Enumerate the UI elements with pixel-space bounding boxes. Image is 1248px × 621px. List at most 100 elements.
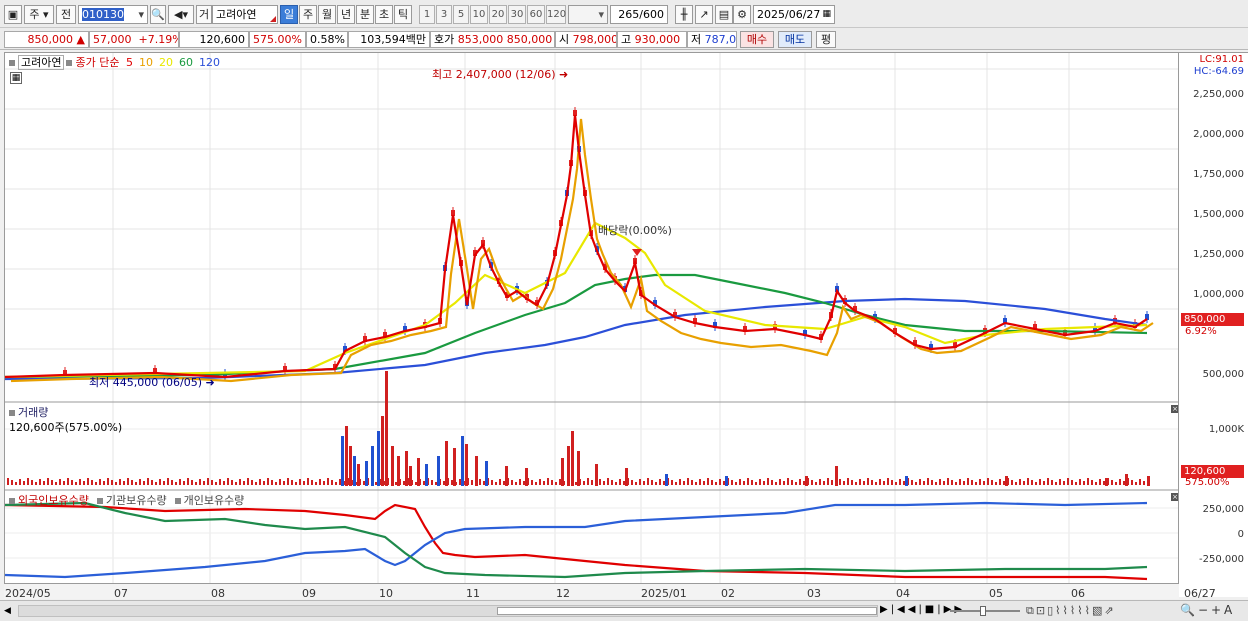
buy-button[interactable]: 매수 [740,31,774,48]
scroll-left-icon[interactable]: ◀ [4,604,16,618]
volume-bar [695,482,697,485]
chart-menu-icon[interactable]: ▣ [4,5,22,24]
volume-bar [1051,480,1053,485]
x-axis: 2024/05 07 08 09 10 11 12 2025/01 02 03 04 05 06 06/2… [4,583,1216,600]
volume-bar [675,482,677,485]
current-price: 850,000 ▲ [4,31,89,48]
volume-bar [435,482,437,485]
period-button[interactable]: 월 [318,5,336,24]
stock-name-tag[interactable]: 고려아연 [18,55,65,70]
volume-panel-close-icon[interactable]: × [1171,405,1178,413]
count-field[interactable]: 265/600 [610,5,668,24]
volume-bar [755,482,757,485]
volume-bar [1027,478,1029,485]
volume-bar [607,478,609,485]
ask-bid: 호가 853,000 850,000 [430,31,555,48]
volume-bar [971,480,973,485]
volume-bar [471,480,473,485]
volume-bar [847,478,849,485]
volume-bar [775,482,777,485]
scroll-thumb[interactable] [497,607,877,615]
volume-bar [443,481,445,485]
x-axis-label: 11 [466,587,480,600]
volume-bar [725,476,728,486]
interval-button[interactable]: 1 [419,5,435,24]
zoom-controls-icon[interactable]: 🔍−+A [1180,603,1235,617]
period-button[interactable]: 주 [299,5,317,24]
volume-bar [871,480,873,485]
zoom-slider-handle[interactable] [980,606,986,616]
legend-square-icon [9,409,15,416]
volume-bar [979,479,981,485]
interval-dropdown[interactable]: ▾ [568,5,608,24]
volume-title: 거래량 [18,406,49,419]
table-icon[interactable]: ▦ [10,72,22,84]
avg-button[interactable]: 평 [816,31,836,48]
volume-bar [1079,479,1081,485]
interval-button[interactable]: 20 [489,5,507,24]
volume-bar [409,466,412,486]
interval-button[interactable]: 30 [508,5,526,24]
date-field[interactable]: 2025/06/27 ▦ [753,5,835,24]
volume-bar [815,482,817,485]
volume-bar [227,478,229,485]
volume-bar [819,479,821,485]
volume-bar [315,482,317,485]
volume-bar [23,481,25,485]
volume-bar [947,478,949,485]
speaker-icon[interactable]: ◀▾ [168,5,194,24]
interval-button[interactable]: 3 [436,5,452,24]
type-select[interactable]: 주 ▾ [24,5,54,24]
volume-bar [123,481,125,485]
stock-name-field[interactable]: 고려아연 [212,5,278,24]
scroll-track[interactable] [18,605,878,617]
volume-bar [1023,481,1025,485]
volume-bar [339,479,341,485]
volume-bar [555,482,557,485]
volume-bar [19,479,21,485]
sell-button[interactable]: 매도 [778,31,812,48]
period-button[interactable]: 초 [375,5,393,24]
interval-button[interactable]: 60 [527,5,545,24]
code-dropdown-icon[interactable]: ▾ [138,6,144,23]
zoom-slider[interactable] [950,606,1020,616]
volume-bar [611,480,613,485]
period-button[interactable]: 틱 [394,5,412,24]
volume-bar [163,481,165,485]
calendar-icon[interactable]: ▦ [822,6,831,23]
code-input[interactable]: 010130 ▾ [78,5,148,24]
period-button[interactable]: 분 [356,5,374,24]
volume-bar [983,481,985,485]
interval-button[interactable]: 120 [546,5,566,24]
gear-icon[interactable]: ⚙ [733,5,751,24]
draw-tool-icon[interactable]: ↗ [695,5,713,24]
chart-area[interactable]: 고려아연 종가 단순 5 10 20 60 120 ▦ 최고 2,407,000 (12/… [4,52,1179,597]
price-ytick: 1,000,000 [1193,289,1244,300]
drawing-tools-icon[interactable]: ⧉⊡▯⌇⌇⌇⌇⌇▧⇗ [1026,604,1116,618]
volume-bar [465,444,468,486]
volume-bar [851,480,853,485]
candle-type-icon[interactable]: ╫ [675,5,693,24]
dividend-label: 배당락(0.00%) [598,224,672,237]
search-icon[interactable]: 🔍 [150,5,166,24]
x-axis-label: 09 [302,587,316,600]
volume-bar [891,480,893,485]
interval-button[interactable]: 10 [470,5,488,24]
volume-bar [495,482,497,485]
period-button[interactable]: 일 [280,5,298,24]
holder-legend-label: 개인보유수량 [183,494,245,507]
prev-button[interactable]: 전 [56,5,76,24]
holder-ytick: -250,000 [1199,554,1244,565]
volume-bar [147,478,149,485]
volume-bar [1047,478,1049,485]
x-axis-label: 03 [807,587,821,600]
save-icon[interactable]: ▤ [715,5,733,24]
volume-bar [715,482,717,485]
volume-bar [855,482,857,485]
interval-button[interactable]: 5 [453,5,469,24]
period-button[interactable]: 년 [337,5,355,24]
volume-bar [63,481,65,485]
ge-button[interactable]: 거 [196,5,212,24]
legend-square-icon [96,497,103,504]
holder-panel-close-icon[interactable]: × [1171,493,1178,501]
